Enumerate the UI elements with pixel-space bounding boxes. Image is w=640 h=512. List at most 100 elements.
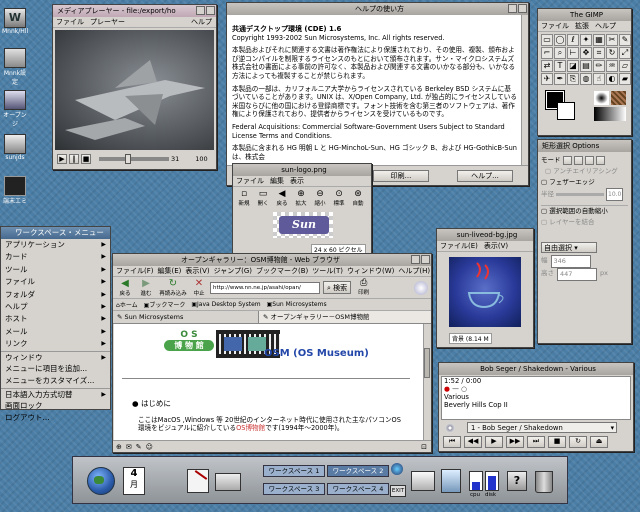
play-button[interactable]: ▶	[485, 436, 503, 448]
minimize-button[interactable]	[196, 6, 205, 15]
gimp-toolbox-titlebar[interactable]: The GIMP	[538, 9, 631, 21]
rewind-button[interactable]: ◀◀	[464, 436, 482, 448]
crop-icon[interactable]: ⌗	[593, 47, 605, 59]
desktop-icon-3[interactable]: sunjds	[2, 134, 28, 161]
minimize-button[interactable]	[411, 255, 420, 264]
menu-tools[interactable]: ツール(T)	[312, 266, 343, 276]
java-viewer-titlebar[interactable]: sun-liveod-bg.jpg	[437, 229, 533, 241]
menu-file[interactable]: ファイル	[236, 176, 264, 186]
bookmark-bookmarks[interactable]: ▣ブックマーク	[144, 300, 186, 309]
menu-player[interactable]: プレーヤー	[90, 17, 125, 27]
pause-button[interactable]: ‖	[69, 154, 79, 164]
bookmark-jds[interactable]: ▣Java Desktop System	[191, 301, 260, 308]
url-field[interactable]: http://www.nn.ne.jp/asahi/opan/	[210, 281, 320, 294]
mode-intersect[interactable]	[595, 156, 605, 165]
menu-file[interactable]: ファイル	[541, 21, 569, 31]
move-icon[interactable]: ✥	[580, 47, 592, 59]
media-player-titlebar[interactable]: メディアプレーヤー - file:/export/ho	[53, 5, 216, 17]
open-button[interactable]: ▭ 開く	[254, 189, 272, 207]
bucket-fill-icon[interactable]: ◪	[567, 60, 579, 72]
paths-icon[interactable]: ✎	[619, 34, 631, 46]
calendar-icon[interactable]: 4 月	[123, 467, 145, 495]
exit-button[interactable]: EXIT	[390, 485, 406, 497]
menu-file[interactable]: ファイル(F)	[116, 266, 154, 276]
measure-icon[interactable]: ⊢	[567, 47, 579, 59]
ink-icon[interactable]: ✒	[554, 73, 566, 85]
osm-link[interactable]: OS博物館	[236, 424, 265, 432]
radius-slider[interactable]	[556, 193, 604, 196]
printer-icon[interactable]	[411, 471, 435, 491]
menu-view[interactable]: 表示	[290, 176, 304, 186]
menu-view[interactable]: 表示(V)	[185, 266, 209, 276]
clone-icon[interactable]: ⎘	[567, 73, 579, 85]
blend-icon[interactable]: ▤	[580, 60, 592, 72]
radius-field[interactable]: 10.0	[606, 188, 624, 201]
workspace-menu-item[interactable]: カード ▶	[1, 251, 110, 263]
bookmark-sun[interactable]: ▣Sun Microsystems	[267, 301, 327, 308]
eject-button[interactable]: ⏏	[590, 436, 608, 448]
logo-viewer-titlebar[interactable]: sun-logo.png	[233, 164, 371, 176]
scissors-icon[interactable]: ✂	[606, 34, 618, 46]
workspace-menu-item[interactable]: ファイル ▶	[1, 276, 110, 288]
brush-pattern-preview[interactable]	[594, 91, 626, 121]
text-editor-icon[interactable]	[187, 469, 209, 493]
eraser-icon[interactable]: ▱	[619, 60, 631, 72]
printer-drawer-icon[interactable]	[215, 473, 241, 491]
workspace-1-button[interactable]: ワークスペース 1	[263, 465, 325, 477]
workspace-3-button[interactable]: ワークスペース 3	[263, 483, 325, 495]
color-swatches[interactable]	[545, 90, 576, 121]
mode-replace[interactable]	[562, 156, 572, 165]
menu-edit[interactable]: 編集	[270, 176, 284, 186]
minimize-button[interactable]	[508, 4, 517, 13]
bookmark-home[interactable]: ⌂ホーム	[116, 300, 138, 309]
antialias-checkbox[interactable]: ▢ アンチエイリアシング	[541, 166, 628, 177]
menu-file[interactable]: ファイル	[56, 17, 84, 27]
menu-help[interactable]: ヘルプ	[595, 21, 616, 31]
magnify-icon[interactable]: ⌕	[554, 47, 566, 59]
help-titlebar[interactable]: ヘルプの使い方	[227, 3, 528, 15]
play-button[interactable]: ▶	[57, 154, 67, 164]
style-manager-icon[interactable]	[441, 469, 461, 493]
desktop-icon-1[interactable]: Mnnk設定	[2, 48, 28, 86]
ellipse-select-icon[interactable]: ◯	[554, 34, 566, 46]
desktop-icon-2[interactable]: オープンジ	[2, 90, 28, 128]
workspace-2-button[interactable]: ワークスペース 2	[327, 465, 389, 477]
fixed-size-select[interactable]: 自由選択 ▾	[541, 242, 597, 253]
gimp-options-titlebar[interactable]: 矩形選択 Options	[538, 140, 631, 152]
workspace-menu-item[interactable]: リンク ▶	[1, 338, 110, 350]
back-button[interactable]: ◀ 戻る	[273, 189, 291, 207]
scale-icon[interactable]: ⤢	[619, 47, 631, 59]
workspace-menu-item[interactable]: 画面ロック	[1, 400, 110, 412]
fuzzy-select-icon[interactable]: ✦	[580, 34, 592, 46]
menu-go[interactable]: ジャンプ(G)	[214, 266, 252, 276]
menu-bookmarks[interactable]: ブックマーク(B)	[256, 266, 308, 276]
desktop-icon-0[interactable]: W Mnnk/Hll	[2, 8, 28, 35]
workspace-menu-item[interactable]: ログアウト...	[1, 412, 110, 424]
paintbrush-icon[interactable]: ♒	[606, 60, 618, 72]
help-scrollbar[interactable]	[521, 15, 528, 165]
reload-button[interactable]: ↻ 再読み込み	[158, 278, 188, 297]
eyedropper-icon[interactable]: ⌐	[541, 47, 553, 59]
workspace-menu-item[interactable]: ウィンドウ ▶	[1, 350, 110, 363]
maximize-button[interactable]	[518, 4, 527, 13]
stop-button[interactable]: ■	[548, 436, 566, 448]
menu-view[interactable]: 表示(V)	[484, 241, 508, 251]
auto-shrink-checkbox[interactable]: ▢ 選択範囲の自動縮小	[541, 205, 628, 217]
desktop-icon-4[interactable]: 端末エミ	[2, 176, 28, 205]
print-button[interactable]: ⎙ 印刷	[358, 279, 369, 297]
height-field[interactable]: 447	[557, 268, 597, 281]
print-button[interactable]: 印刷...	[373, 170, 429, 182]
tab-sun[interactable]: ✎ Sun Microsystems	[113, 311, 259, 323]
page-scrollbar[interactable]	[423, 324, 430, 440]
repeat-button[interactable]: ↻	[569, 436, 587, 448]
stop-button[interactable]: ✕ 中止	[191, 278, 207, 297]
menu-window[interactable]: ウィンドウ(W)	[347, 266, 394, 276]
normal-size-button[interactable]: ⊙ 標準	[330, 189, 348, 207]
mode-add[interactable]	[573, 156, 583, 165]
workspace-menu-item[interactable]: アプリケーション ▶	[1, 239, 110, 251]
width-field[interactable]: 346	[550, 255, 591, 268]
workspace-menu-item[interactable]: ホスト ▶	[1, 313, 110, 325]
workspace-menu-item[interactable]: メニューに項目を追加...	[1, 363, 110, 375]
feather-checkbox[interactable]: ▢ フェザーエッジ	[541, 177, 628, 188]
menu-edit[interactable]: 編集(E)	[158, 266, 182, 276]
